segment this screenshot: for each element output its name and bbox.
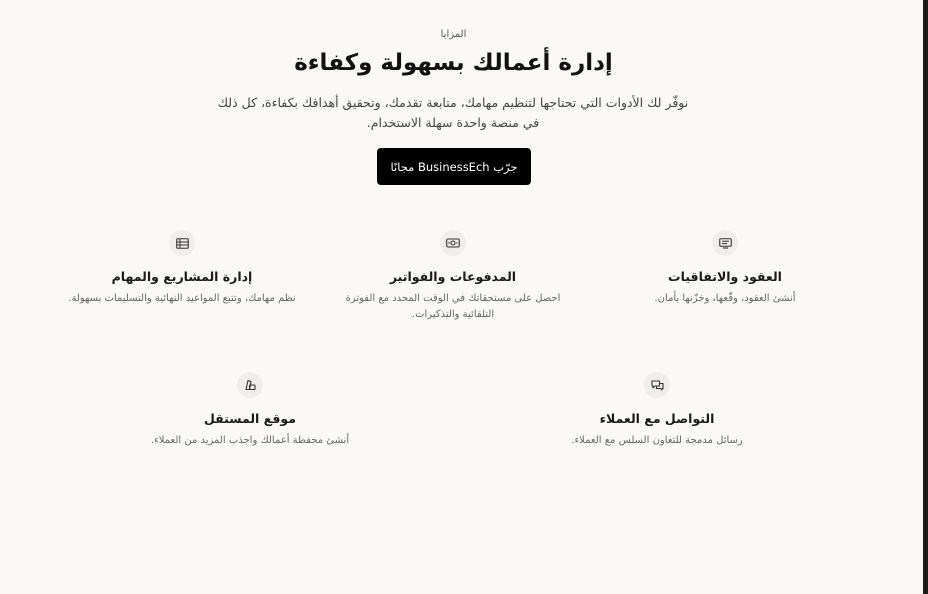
feature-description: نظم مهامك، وتتبع المواعيد النهائية والتس… [68,293,296,304]
feature-title: إدارة المشاريع والمهام [111,269,253,284]
section-subtitle: نوفّر لك الأدوات التي تحتاجها لتنظيم مها… [203,93,703,133]
try-free-button[interactable]: جرّب BusinessEch مجانًا [377,148,531,185]
portfolio-icon [237,372,263,398]
feature-title: موقع المستقل [204,411,296,426]
subtitle-line-1: نوفّر لك الأدوات التي تحتاجها لتنظيم مها… [217,95,689,110]
features-section: المزايا إدارة أعمالك بسهولة وكفاءة نوفّر… [0,0,923,594]
section-eyebrow: المزايا [440,29,467,40]
feature-contracts: العقود والاتفاقيات أنشئ العقود، وقّعها، … [612,230,838,307]
feature-title: العقود والاتفاقيات [668,269,782,284]
feature-description: رسائل مدمجة للتعاون السلس مع العملاء. [571,435,743,446]
feature-description: أنشئ العقود، وقّعها، وخزّنها بأمان. [654,293,796,304]
feature-description: احصل على مستحقاتك في الوقت المحدد مع الف… [345,293,561,320]
chat-icon [644,372,670,398]
window-edge [923,0,928,594]
subtitle-line-2: في منصة واحدة سهلة الاستخدام. [366,115,540,130]
contract-icon [712,230,738,256]
list-icon [169,230,195,256]
feature-client-communication: التواصل مع العملاء رسائل مدمجة للتعاون ا… [542,372,772,449]
feature-title: المدفوعات والفواتير [389,269,517,284]
feature-title: التواصل مع العملاء [599,411,715,426]
feature-payments: المدفوعات والفواتير احصل على مستحقاتك في… [338,230,568,323]
feature-freelancer-site: موقع المستقل أنشئ محفظة أعمالك واجذب الم… [134,372,366,449]
feature-description: أنشئ محفظة أعمالك واجذب المزيد من العملا… [150,435,350,446]
feature-projects: إدارة المشاريع والمهام نظم مهامك، وتتبع … [50,230,314,307]
money-icon [440,230,466,256]
section-title: إدارة أعمالك بسهولة وكفاءة [294,50,613,76]
